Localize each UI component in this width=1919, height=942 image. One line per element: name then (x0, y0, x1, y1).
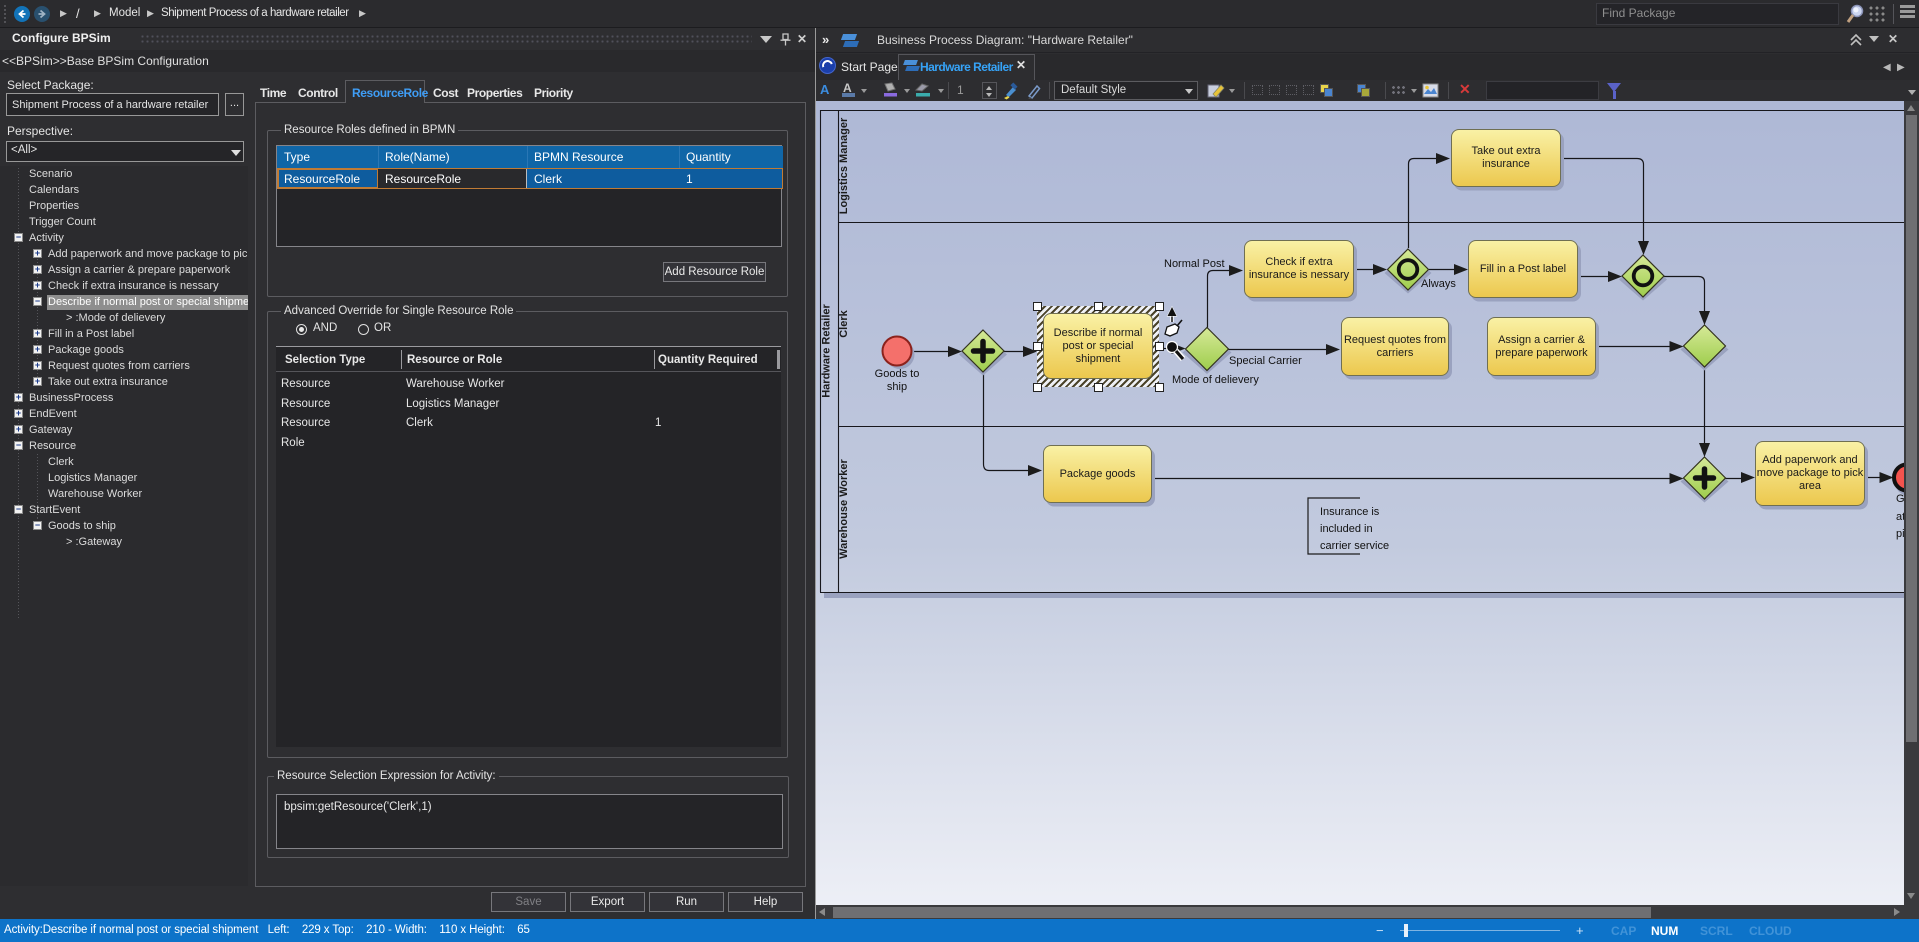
svg-text:Hardware Retailer: Hardware Retailer (821, 304, 833, 398)
svg-text:Clerk: Clerk (838, 309, 850, 337)
svg-text:Logistics Manager: Logistics Manager (838, 117, 850, 214)
svg-text:Warehouse Worker: Warehouse Worker (838, 458, 850, 558)
